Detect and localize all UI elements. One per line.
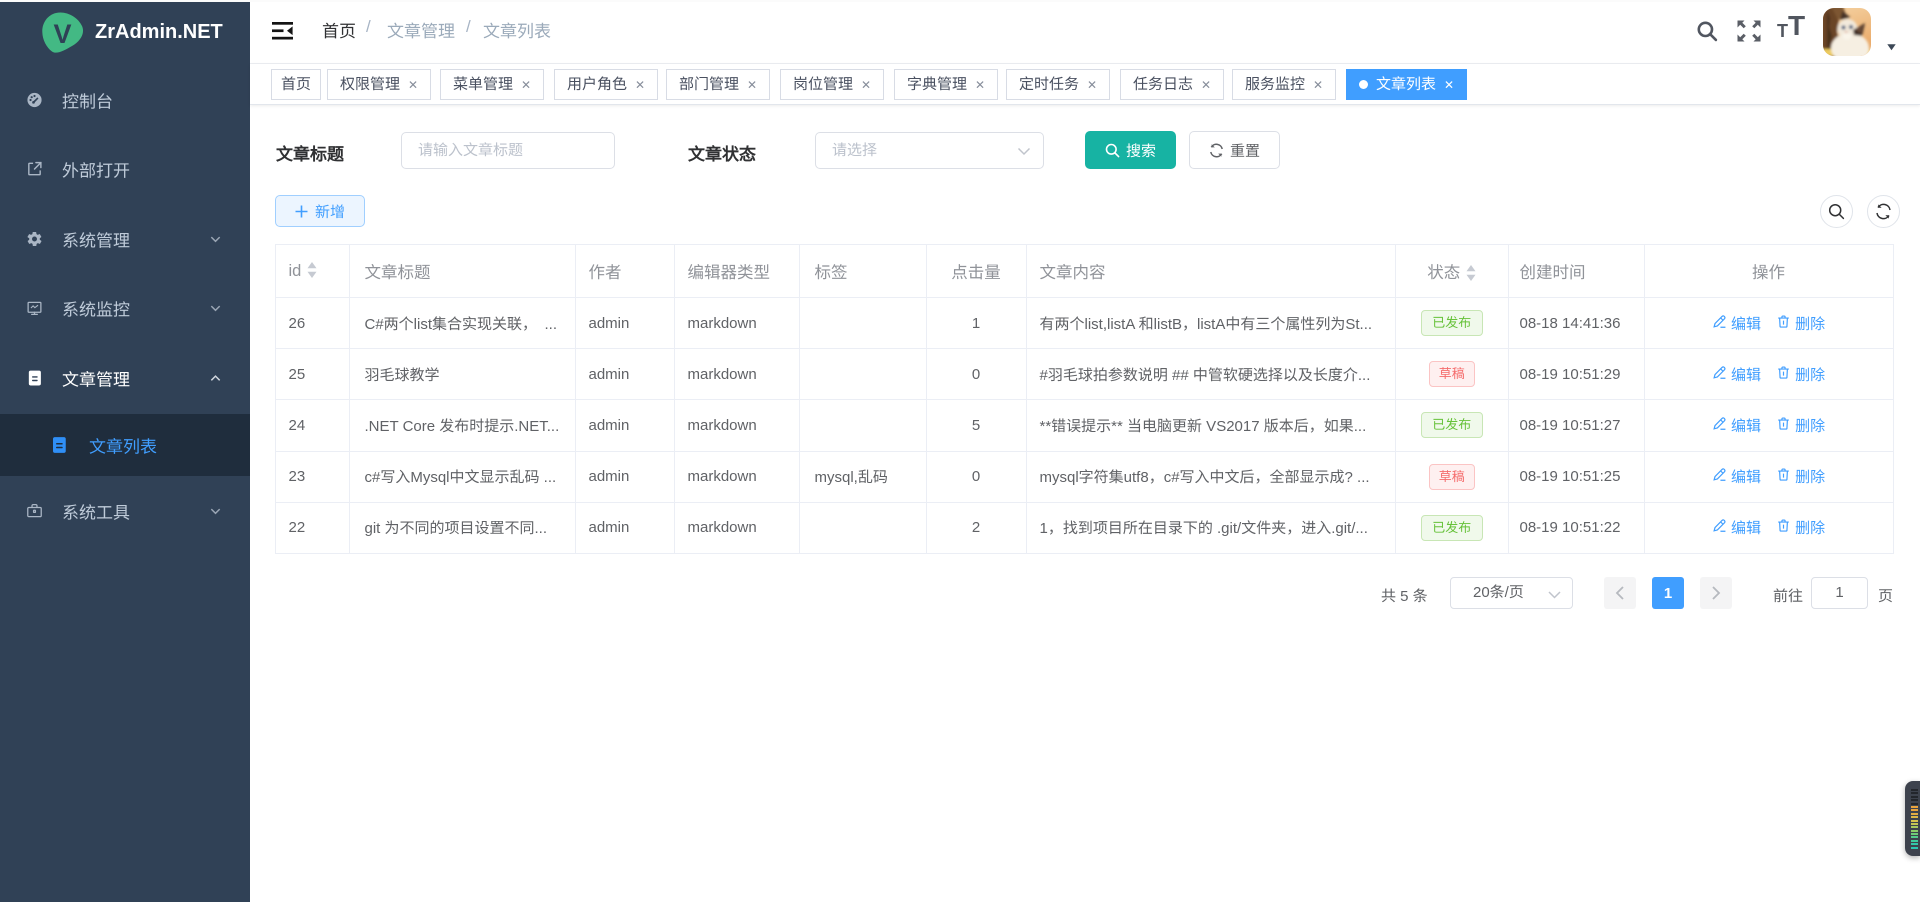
svg-text:V: V <box>53 19 71 49</box>
